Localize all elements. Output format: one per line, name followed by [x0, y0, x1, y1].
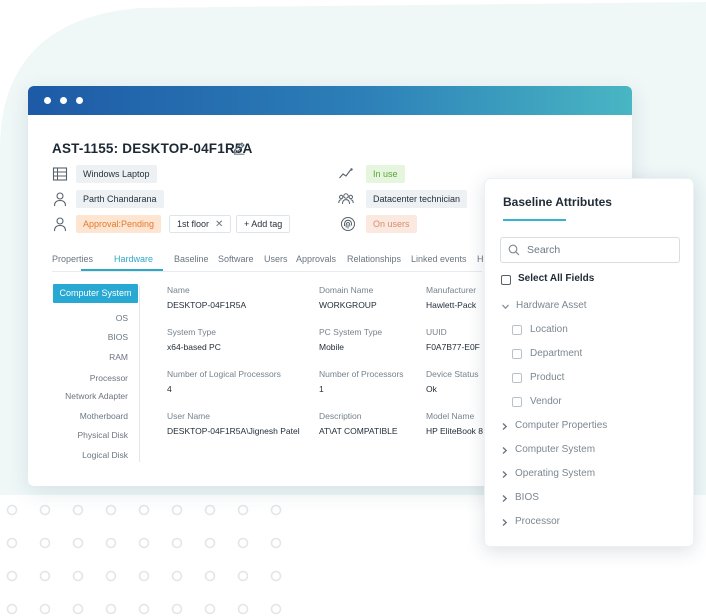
field-value: F0A7B77-E0F: [426, 342, 480, 352]
field-value: WORKGROUP: [319, 300, 377, 310]
product-label: Product: [530, 372, 565, 383]
field-label: Manufacturer: [426, 285, 477, 295]
add-tag-button[interactable]: + Add tag: [236, 215, 291, 233]
field-value: Hawlett-Pack: [426, 300, 477, 310]
product-checkbox[interactable]: [512, 373, 522, 383]
select-all-checkbox[interactable]: [501, 275, 511, 285]
tag-label: 1st floor: [177, 219, 210, 229]
search-box: [500, 237, 680, 263]
field-value: HP EliteBook 8: [426, 426, 484, 436]
chevron-right-icon[interactable]: [500, 518, 509, 527]
tab-users[interactable]: Users: [264, 254, 288, 264]
sidebar-item-physical-disk[interactable]: Physical Disk: [77, 430, 128, 440]
field-label: PC System Type: [319, 327, 383, 337]
field-label: System Type: [167, 327, 216, 337]
field-value: DESKTOP-04F1R5A\Jignesh Patel: [167, 426, 300, 436]
tab-more[interactable]: H: [477, 254, 484, 264]
field-label: Name: [167, 285, 190, 295]
vendor-checkbox[interactable]: [512, 397, 522, 407]
hardware-asset-group[interactable]: Hardware Asset: [516, 300, 587, 311]
fingerprint-icon: [341, 217, 355, 231]
field-value: Mobile: [319, 342, 345, 352]
users-status-badge: On users: [366, 215, 417, 233]
operating-system-group[interactable]: Operating System: [515, 468, 595, 479]
activity-icon: [339, 168, 353, 179]
processor-group[interactable]: Processor: [515, 516, 560, 527]
tab-approvals[interactable]: Approvals: [296, 254, 336, 264]
field-label: Description: [319, 411, 362, 421]
approval-user-icon: [53, 217, 67, 232]
tab-hardware[interactable]: Hardware: [114, 254, 153, 264]
window-dot-icon[interactable]: [44, 97, 51, 104]
field-label: Number of Logical Processors: [167, 369, 281, 379]
computer-properties-group[interactable]: Computer Properties: [515, 420, 607, 431]
field-label: Domain Name: [319, 285, 374, 295]
field-value: AT\AT COMPATIBLE: [319, 426, 398, 436]
department-checkbox[interactable]: [512, 349, 522, 359]
sidebar-item-bios[interactable]: BIOS: [108, 332, 128, 342]
field-value: DESKTOP-04F1R5A: [167, 300, 247, 310]
field-value: 4: [167, 384, 172, 394]
chevron-right-icon[interactable]: [500, 470, 509, 479]
asset-type-icon: [52, 167, 68, 181]
field-value: 1: [319, 384, 324, 394]
window-dot-icon[interactable]: [76, 97, 83, 104]
asset-title: AST-1155: DESKTOP-04F1R5A: [52, 141, 253, 156]
tab-baseline[interactable]: Baseline: [174, 254, 209, 264]
pencil-icon[interactable]: [231, 140, 247, 156]
chevron-right-icon[interactable]: [500, 422, 509, 431]
baseline-attributes-panel: Baseline Attributes Select All Fields Ha…: [484, 178, 694, 547]
sidebar-item-motherboard[interactable]: Motherboard: [80, 411, 128, 421]
tag-chip: 1st floor ✕: [169, 215, 232, 233]
field-label: UUID: [426, 327, 447, 337]
managed-by-chip[interactable]: Datacenter technician: [366, 190, 468, 208]
select-all-label: Select All Fields: [518, 273, 595, 284]
location-label: Location: [530, 324, 568, 335]
sidebar-item-ram[interactable]: RAM: [109, 352, 128, 362]
field-label: Device Status: [426, 369, 479, 379]
chevron-right-icon[interactable]: [500, 446, 509, 455]
user-icon: [53, 192, 67, 207]
field-label: Number of Processors: [319, 369, 404, 379]
field-label: Model Name: [426, 411, 475, 421]
bios-group[interactable]: BIOS: [515, 492, 539, 503]
chevron-right-icon[interactable]: [500, 494, 509, 503]
tab-linked-events[interactable]: Linked events: [411, 254, 467, 264]
chevron-down-icon[interactable]: [501, 302, 510, 311]
sidebar-item-logical-disk[interactable]: Logical Disk: [82, 450, 128, 460]
field-value: x64-based PC: [167, 342, 221, 352]
approval-badge[interactable]: Approval:Pending: [76, 215, 162, 233]
tab-software[interactable]: Software: [218, 254, 254, 264]
owner-chip[interactable]: Parth Chandarana: [76, 190, 164, 208]
panel-title: Baseline Attributes: [503, 195, 612, 209]
window-dot-icon[interactable]: [60, 97, 67, 104]
sidebar-item-computer-system[interactable]: Computer System: [53, 284, 138, 303]
search-input[interactable]: [527, 242, 672, 258]
tab-divider: [52, 271, 482, 272]
sidebar-divider: [139, 286, 140, 462]
status-badge: In use: [366, 165, 405, 183]
department-label: Department: [530, 348, 583, 359]
panel-title-underline: [503, 219, 566, 221]
vendor-label: Vendor: [530, 396, 562, 407]
close-icon[interactable]: ✕: [215, 219, 223, 230]
search-icon: [508, 244, 520, 256]
asset-type-chip: Windows Laptop: [76, 165, 157, 183]
location-checkbox[interactable]: [512, 325, 522, 335]
team-icon: [338, 193, 354, 205]
tab-relationships[interactable]: Relationships: [347, 254, 401, 264]
sidebar-item-os[interactable]: OS: [116, 313, 128, 323]
dot-pattern: [6, 504, 282, 615]
tab-properties[interactable]: Properties: [52, 254, 93, 264]
computer-system-group[interactable]: Computer System: [515, 444, 595, 455]
field-label: User Name: [167, 411, 210, 421]
sidebar-item-network-adapter[interactable]: Network Adapter: [65, 391, 128, 401]
window-titlebar: [28, 86, 632, 115]
field-value: Ok: [426, 384, 437, 394]
sidebar-item-processor[interactable]: Processor: [90, 373, 128, 383]
